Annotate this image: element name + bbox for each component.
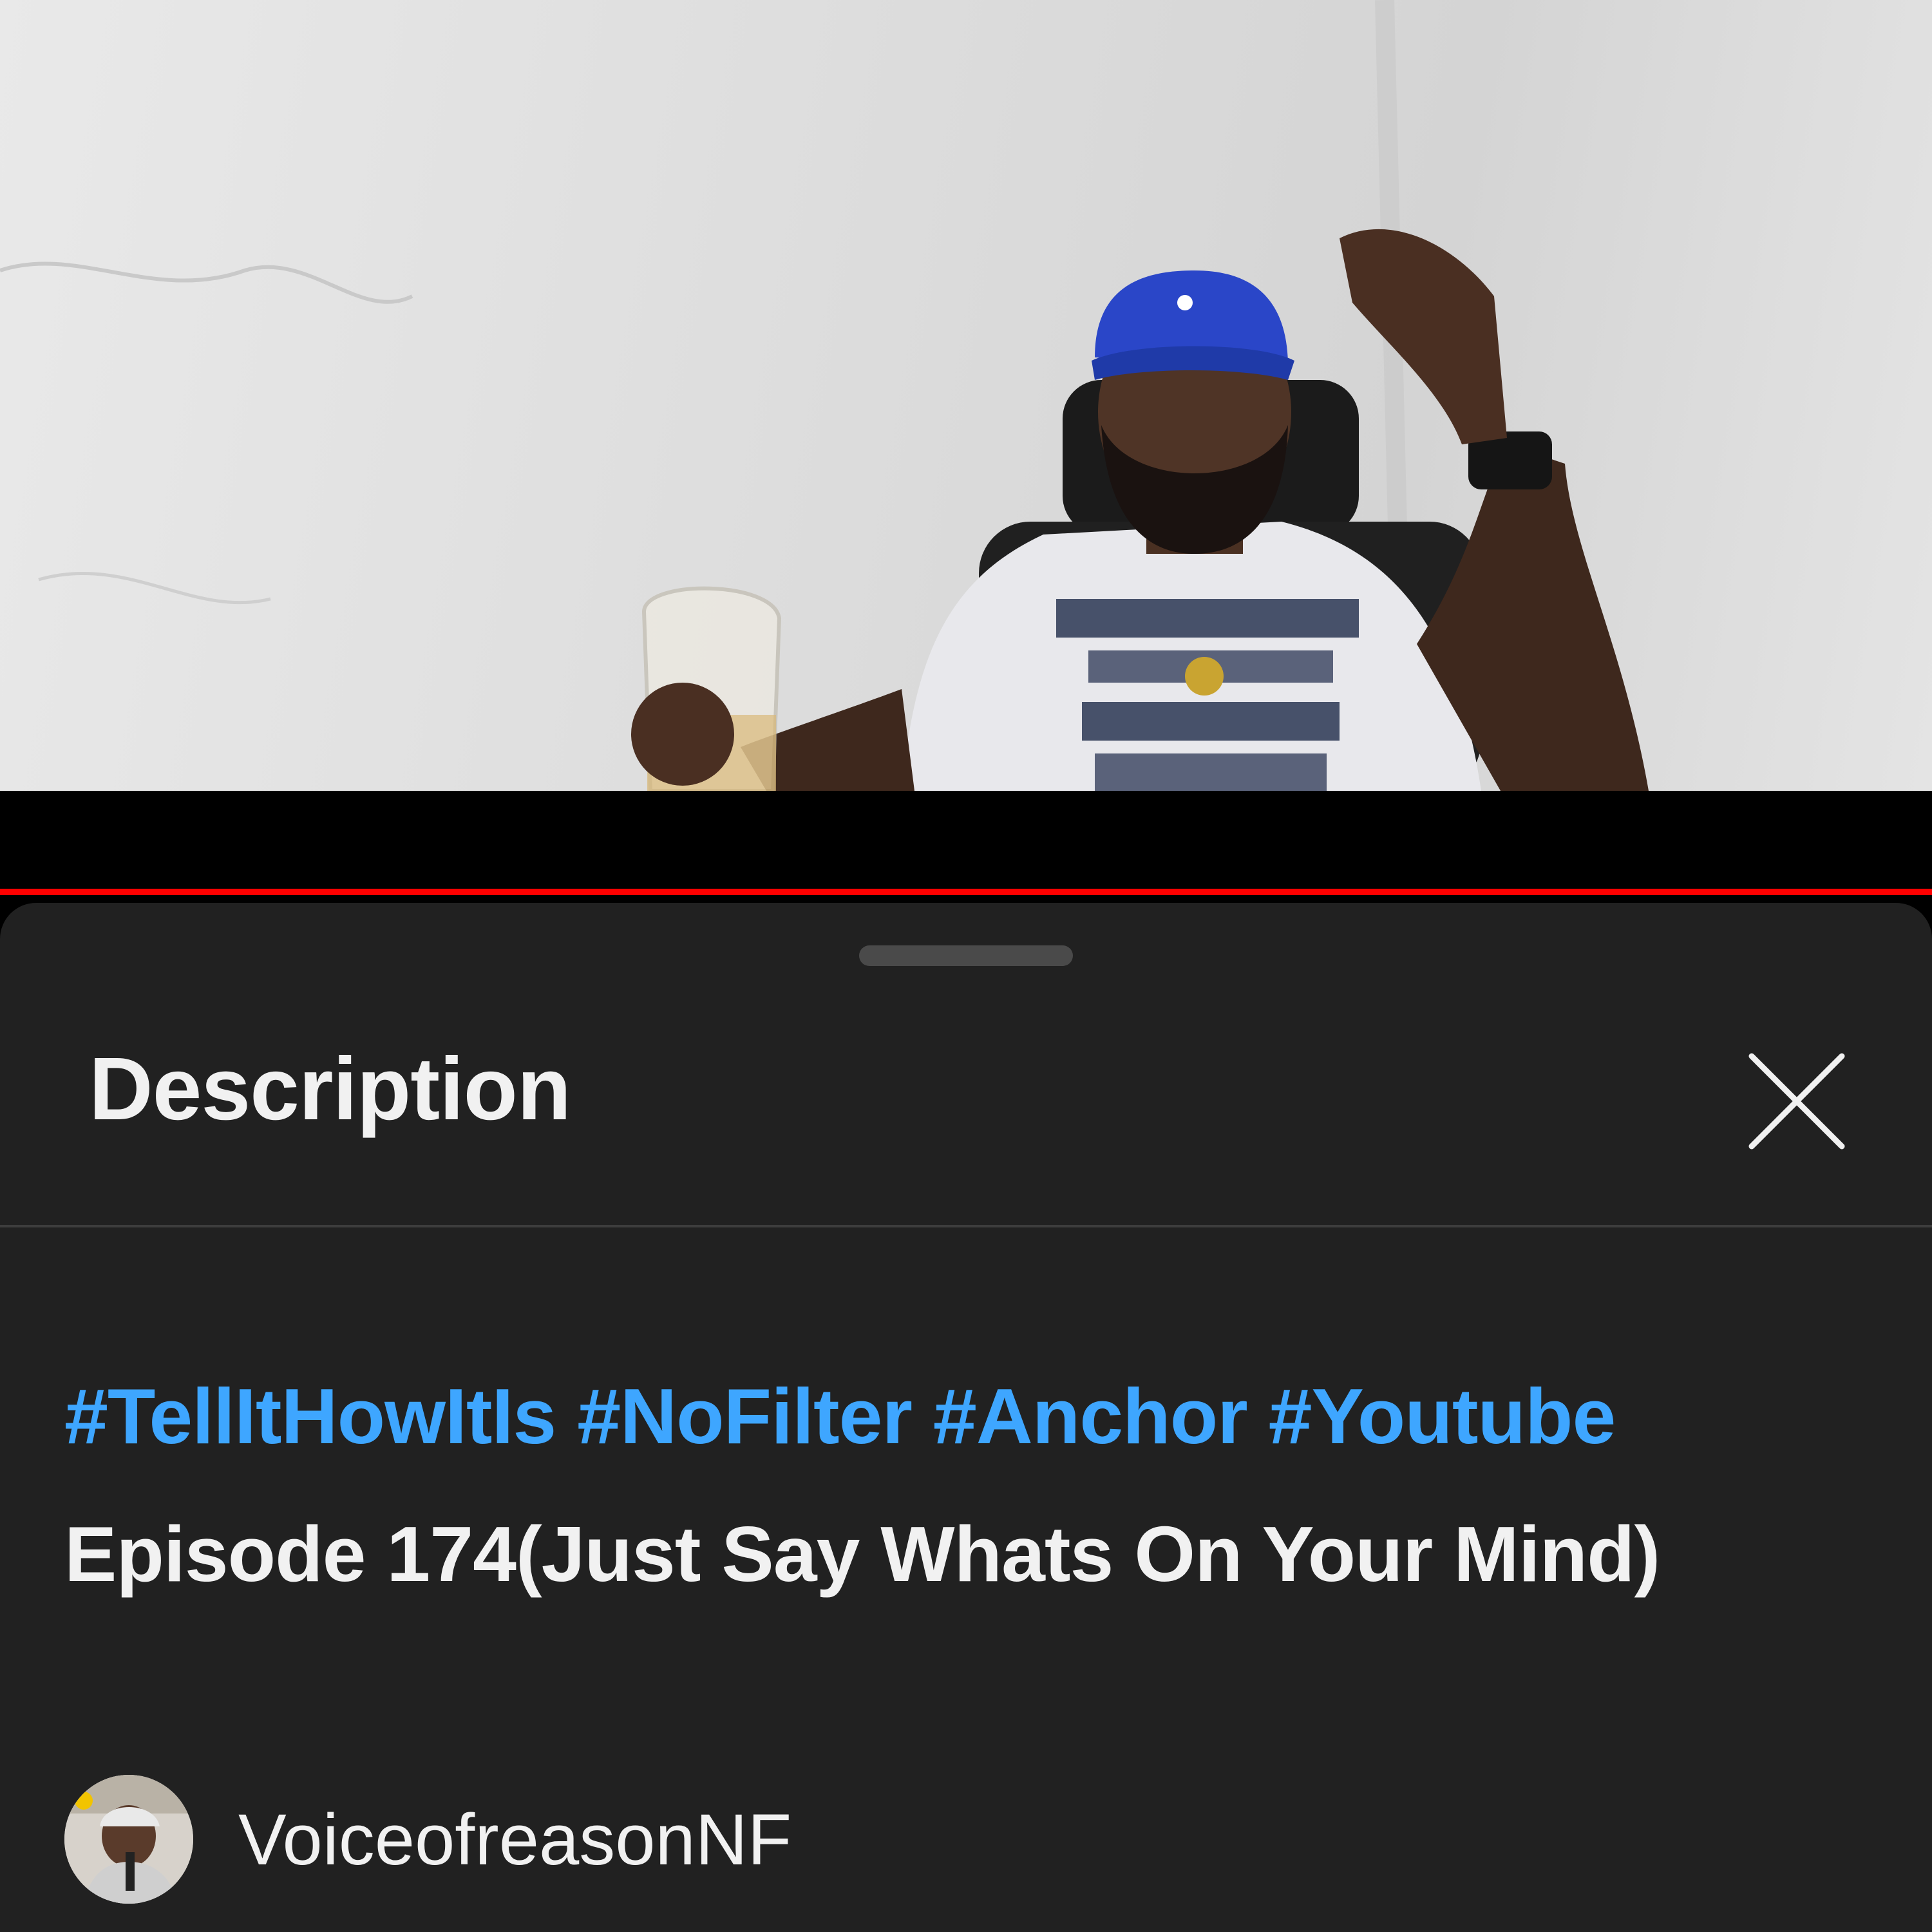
video-progress-fill <box>0 889 1932 895</box>
video-player[interactable] <box>0 0 1932 791</box>
app-screen: Description #TellItHowItIs #NoFilter #An… <box>0 0 1932 1932</box>
description-body: Episode 174(Just Say Whats On Your Mind) <box>64 1510 1660 1598</box>
video-description: #TellItHowItIs #NoFilter #Anchor #Youtub… <box>64 1347 1855 1623</box>
drag-handle[interactable] <box>859 945 1073 966</box>
hashtag-link[interactable]: #Anchor <box>933 1372 1248 1460</box>
hashtag-link[interactable]: #Youtube <box>1269 1372 1616 1460</box>
video-letterbox <box>0 791 1932 889</box>
hashtag-link[interactable]: #TellItHowItIs <box>64 1372 556 1460</box>
avatar-image <box>64 1775 193 1904</box>
hashtag-link[interactable]: #NoFilter <box>577 1372 913 1460</box>
channel-avatar[interactable] <box>64 1775 193 1904</box>
sheet-divider <box>0 1225 1932 1227</box>
channel-row[interactable]: VoiceofreasonNF <box>64 1775 791 1904</box>
channel-name[interactable]: VoiceofreasonNF <box>238 1798 791 1881</box>
video-frame <box>0 0 1649 791</box>
video-progress-bar[interactable] <box>0 889 1932 895</box>
close-icon <box>1748 1053 1845 1150</box>
description-sheet: Description #TellItHowItIs #NoFilter #An… <box>0 903 1932 1932</box>
sheet-title: Description <box>89 1039 571 1139</box>
close-button[interactable] <box>1739 1043 1855 1159</box>
